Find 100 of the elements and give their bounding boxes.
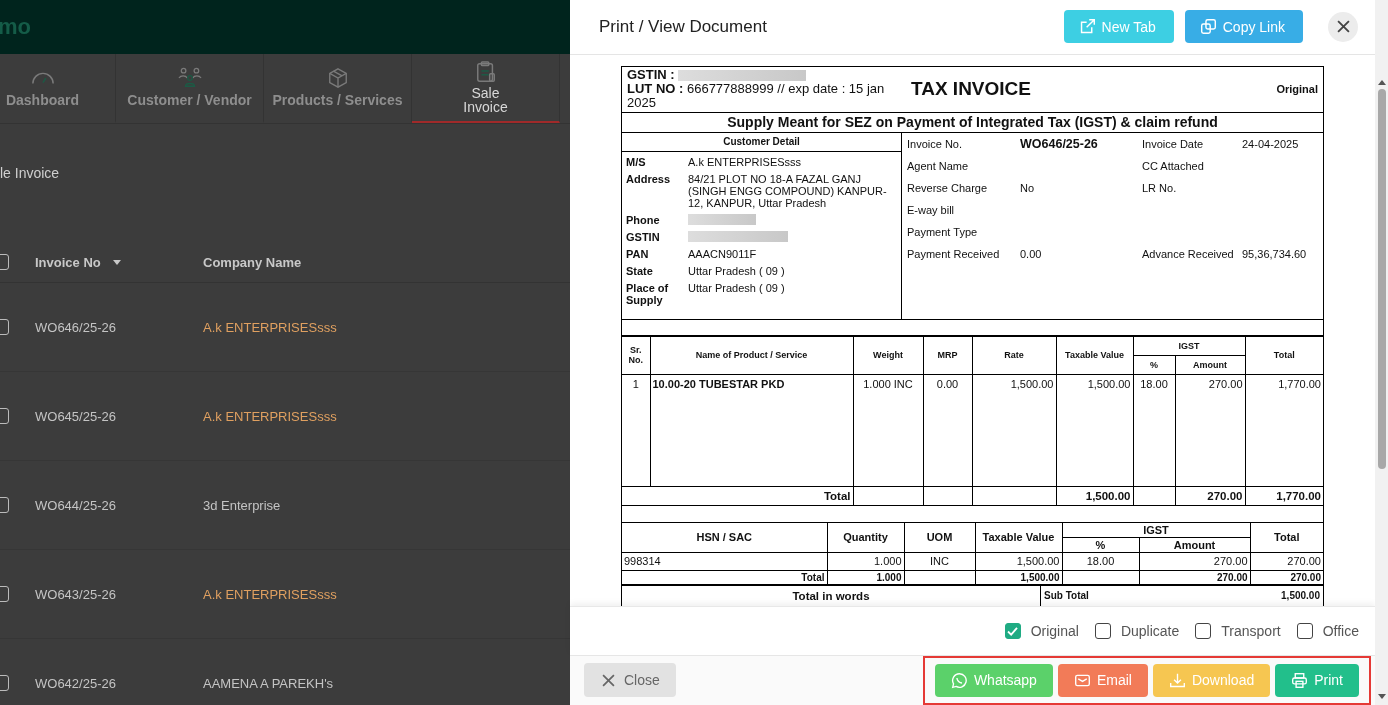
table-cell: 1 — [622, 374, 650, 487]
column-header: Total — [1245, 336, 1323, 375]
field-value: A.k ENTERPRISESsss — [688, 155, 803, 168]
copy-label: Original — [1276, 83, 1318, 96]
table-cell: 1,500.00 — [1056, 486, 1133, 506]
supply-note: Supply Meant for SEZ on Payment of Integrated Tax (IGST) & claim refund — [727, 113, 1218, 130]
table-cell-text: WO644/25-26 — [35, 497, 117, 513]
field-label: GSTIN — [626, 230, 661, 243]
table-cell: INC — [904, 552, 975, 571]
column-header: MRP — [923, 336, 972, 375]
table-cell: 270.00 — [1139, 570, 1250, 585]
table-cell: 1.000 — [827, 552, 904, 571]
field-label: Sub Total — [1044, 588, 1089, 603]
table-cell: Total — [622, 570, 827, 585]
column-header: % — [1062, 537, 1139, 553]
column-header: Weight — [853, 336, 923, 375]
column-header: HSN / SAC — [622, 522, 827, 553]
table-cell: 18.00 — [1062, 552, 1139, 571]
column-header: Quantity — [827, 522, 904, 553]
table-cell: Total — [622, 486, 853, 506]
close-icon — [602, 674, 615, 687]
table-cell: 3d Enterprise — [203, 497, 281, 513]
table-cell: 1.000 — [827, 570, 904, 585]
field-value: Uttar Pradesh ( 09 ) — [688, 281, 786, 296]
table-cell: A.k ENTERPRISESsss — [203, 586, 337, 602]
copy-checkbox[interactable]: Original — [1004, 623, 1079, 640]
nav-tab[interactable]: Customer / Vendor — [116, 54, 264, 123]
action-button[interactable]: Copy Link — [1184, 10, 1303, 44]
table-cell: AAMENA A PAREKH's — [203, 675, 334, 691]
field-label: Agent Name — [907, 158, 970, 174]
nav-tab[interactable]: Products / Services — [264, 54, 412, 123]
column-header: UOM — [904, 522, 975, 553]
table-cell: 270.00 — [1139, 552, 1250, 571]
table-cell: 1,500.00 — [1056, 374, 1133, 487]
copy-checkbox[interactable]: Office — [1296, 623, 1359, 640]
column-header: % — [1133, 355, 1175, 375]
close-button[interactable] — [1328, 11, 1358, 42]
column-header: Total — [1250, 522, 1323, 553]
table-cell: 0.00 — [923, 374, 972, 487]
field-value: 0.00 — [1020, 246, 1043, 262]
table-cell: 270.00 — [1250, 570, 1323, 585]
scroll-down-icon[interactable] — [1377, 694, 1386, 699]
table-cell: 998314 — [622, 552, 827, 571]
column-header: Taxable Value — [975, 522, 1062, 553]
field-label: Payment Received — [907, 246, 1001, 262]
field-label: Address — [626, 172, 672, 187]
field-value: 84/21 PLOT NO 18-A FAZAL GANJ (SINGH ENGG COMPOUND) KANPUR-12, KANPUR, Uttar Pradesh — [688, 172, 888, 209]
field-value: No — [1020, 180, 1036, 196]
nav-tab[interactable]: Dashboard — [0, 54, 116, 123]
table-cell: 1,500.00 — [972, 374, 1056, 487]
column-header[interactable]: Invoice No — [35, 254, 107, 270]
field-value: 24-04-2025 — [1242, 136, 1300, 152]
table-cell: 10.00-20 TUBESTAR PKD — [650, 374, 853, 487]
field-label: Phone — [626, 213, 661, 226]
download-icon — [1168, 672, 1186, 689]
column-header: Name of Product / Service — [650, 336, 853, 375]
table-cell-text: WO643/25-26 — [35, 586, 117, 602]
field-value: AAACN9011F — [688, 247, 758, 260]
field-label: State — [626, 264, 654, 277]
share-button[interactable]: Whatsapp — [934, 664, 1053, 697]
table-cell: 270.00 — [1175, 374, 1245, 487]
external-link-icon — [1078, 18, 1096, 36]
people-icon — [177, 67, 202, 89]
copy-icon — [1199, 18, 1217, 36]
column-header: Rate — [972, 336, 1056, 375]
column-header: Taxable Value — [1056, 336, 1133, 375]
action-button[interactable]: New Tab — [1063, 10, 1174, 44]
dialog-title: Print / View Document — [599, 16, 768, 37]
gstin-label: GSTIN : — [627, 68, 675, 83]
printer-icon — [1291, 672, 1309, 689]
field-label: Place of Supply — [626, 281, 670, 306]
field-label: PAN — [626, 247, 650, 260]
share-button[interactable]: Email — [1057, 664, 1148, 697]
copy-checkbox[interactable]: Transport — [1195, 623, 1281, 640]
table-cell: A.k ENTERPRISESsss — [203, 319, 337, 335]
table-cell: 18.00 — [1133, 374, 1175, 487]
table-cell: 1,500.00 — [975, 552, 1062, 571]
close-button[interactable]: Close — [584, 663, 676, 698]
field-label: Invoice Date — [1142, 136, 1205, 152]
column-header: IGST — [1133, 336, 1245, 356]
close-icon — [1336, 20, 1350, 34]
nav-tab[interactable]: Sale Invoice — [412, 54, 560, 123]
table-cell-text: WO642/25-26 — [35, 675, 117, 691]
scroll-up-icon[interactable] — [1377, 80, 1386, 85]
page-title: le Invoice — [0, 165, 60, 181]
field-label: M/S — [626, 155, 647, 168]
caret-icon — [113, 259, 121, 265]
field-label: Payment Type — [907, 224, 979, 240]
table-cell-text: WO645/25-26 — [35, 408, 117, 424]
document-title: TAX INVOICE — [910, 78, 1032, 101]
field-label: E-way bill — [907, 202, 956, 218]
scrollbar[interactable] — [1375, 0, 1388, 705]
field-label: Reverse Charge — [907, 180, 989, 196]
field-value: 1,500.00 — [1281, 588, 1320, 603]
copy-checkbox[interactable]: Duplicate — [1094, 623, 1180, 640]
field-label: Total in words — [792, 589, 870, 602]
lut-text: LUT NO : 666777888999 // exp date : 15 jan 2025 — [627, 82, 886, 111]
column-header: Sr. No. — [622, 336, 650, 375]
share-button[interactable]: Print — [1275, 664, 1359, 697]
field-value: Uttar Pradesh ( 09 ) — [688, 264, 786, 277]
